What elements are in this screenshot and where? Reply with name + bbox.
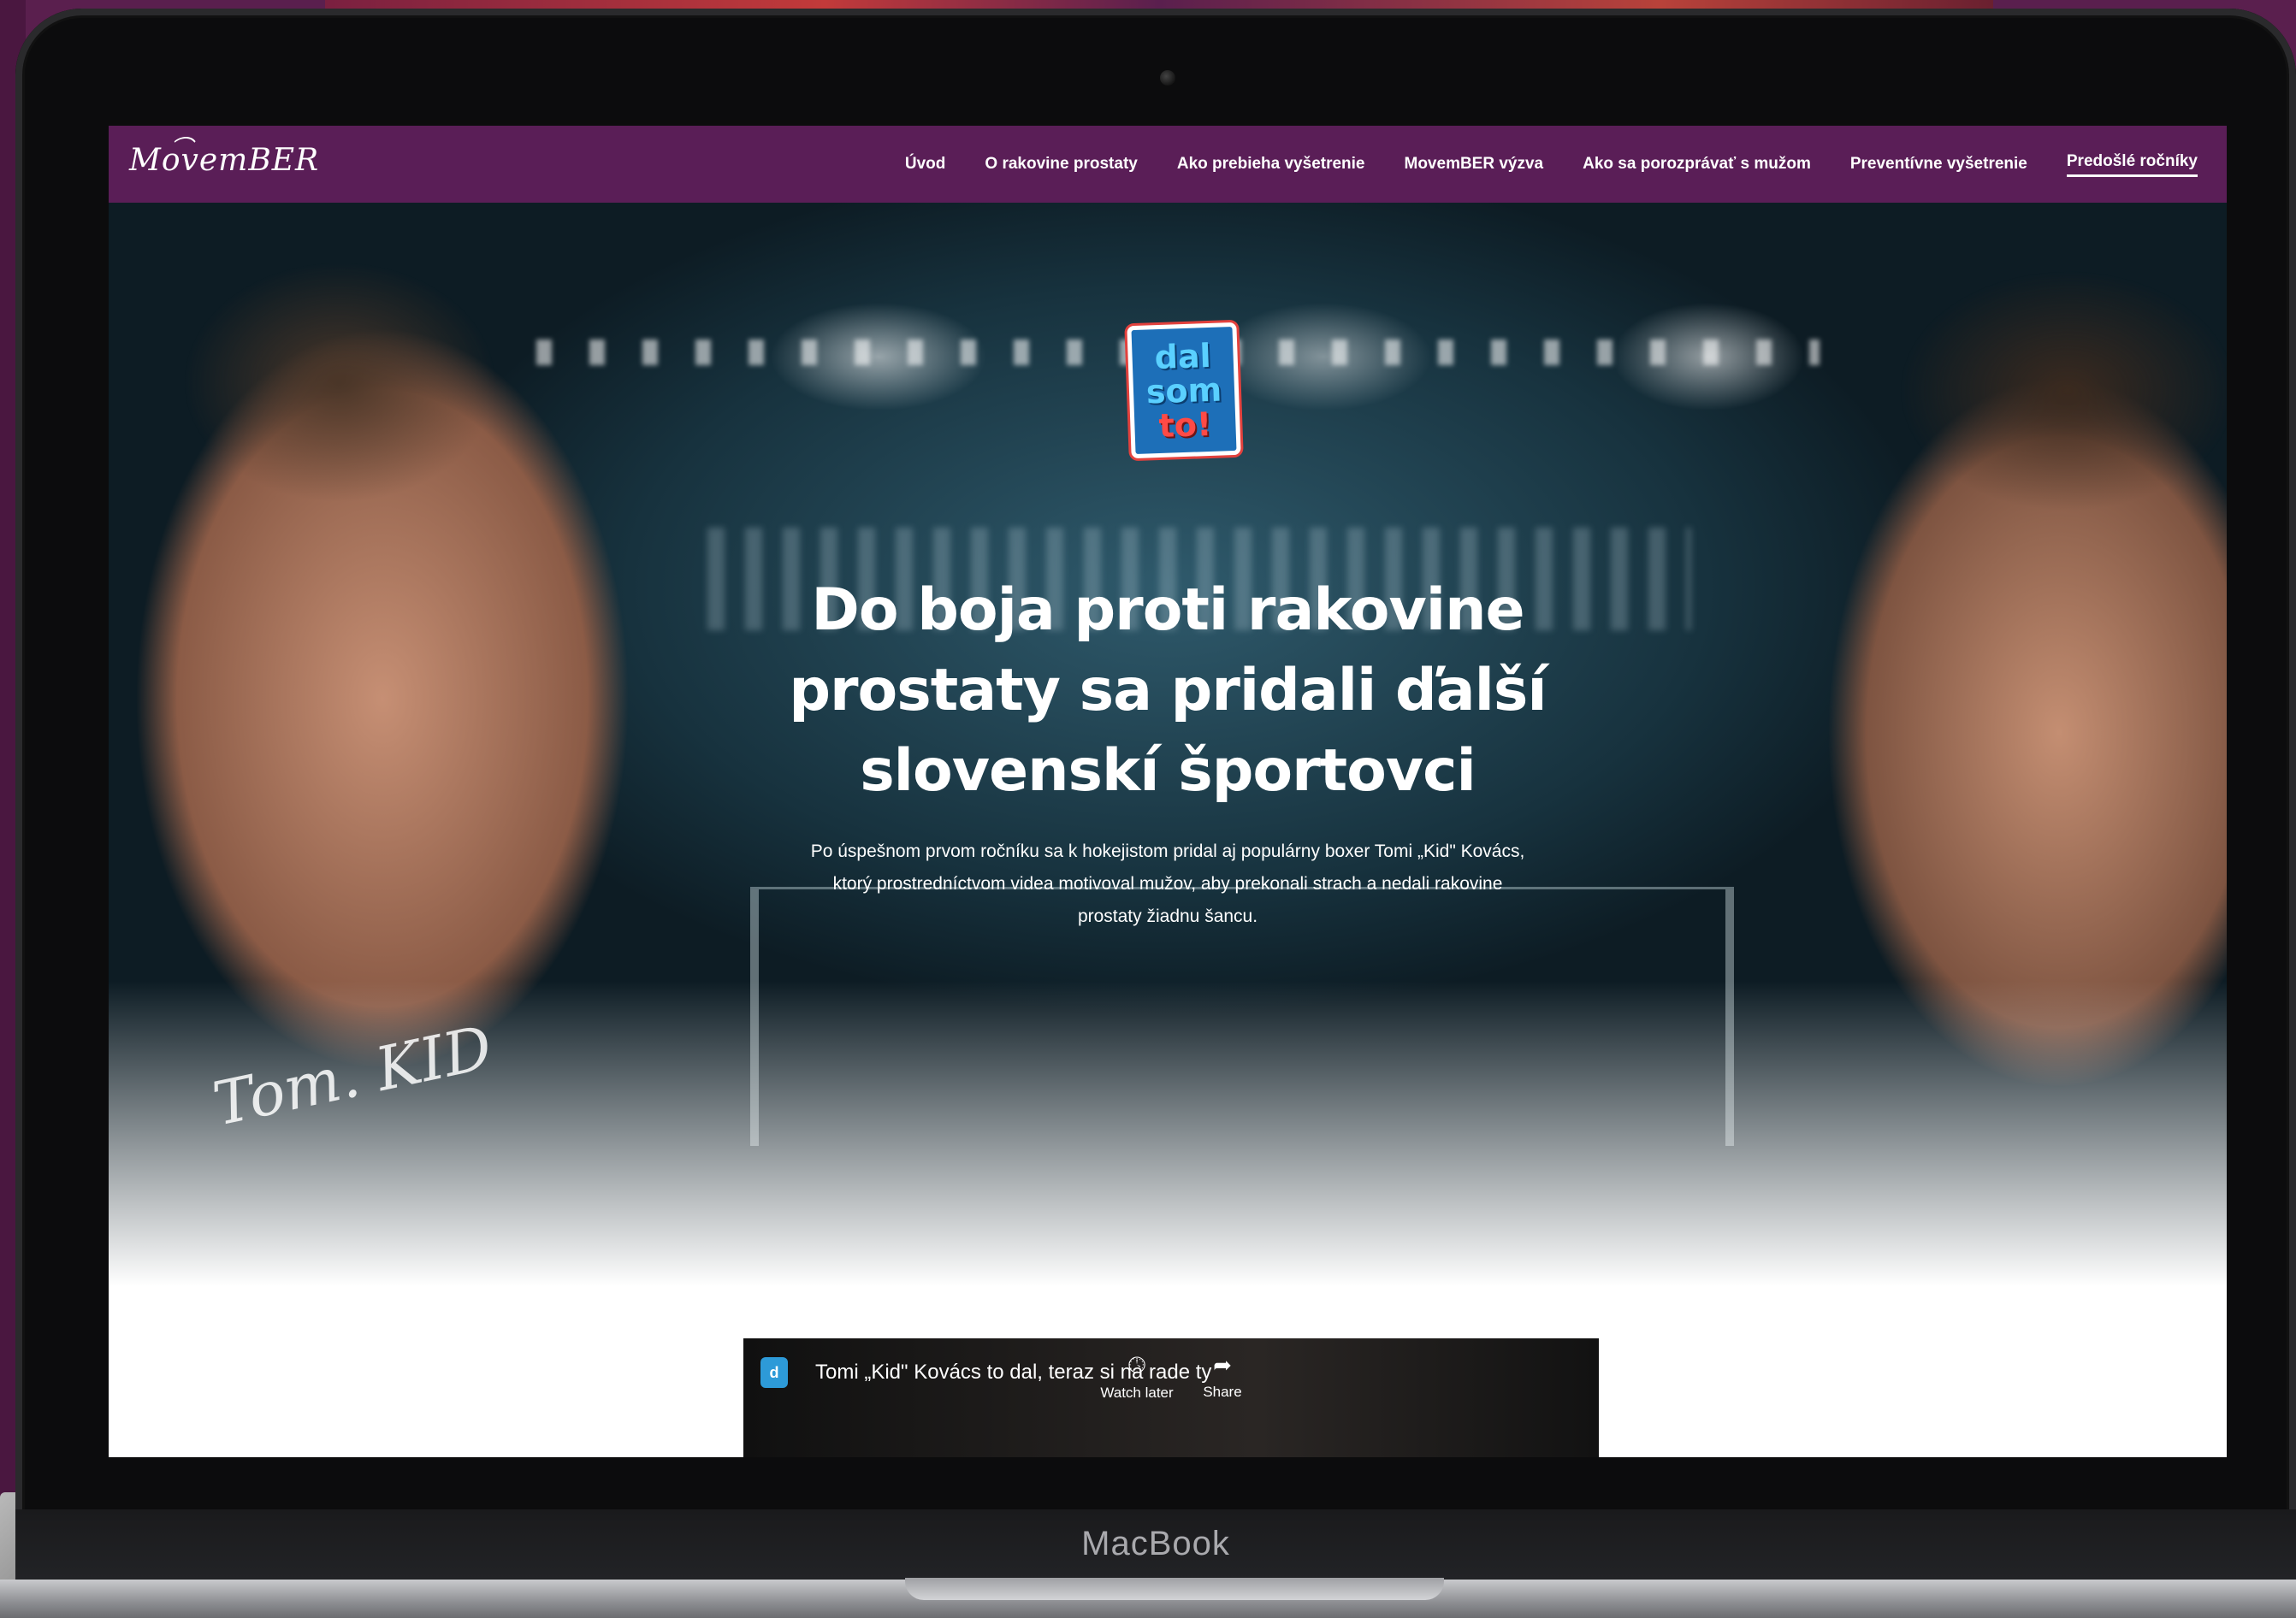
- site-logo-text: MovemBER: [129, 143, 320, 178]
- nav-item-predosle-rocniky[interactable]: Predošlé ročníky: [2066, 152, 2198, 177]
- hero-section: Tom. KID dal som to! Do boja proti rakov…: [109, 203, 2227, 1340]
- nav-item-ako-sa-porozpravat[interactable]: Ako sa porozprávať s mužom: [1583, 155, 1811, 174]
- share-button[interactable]: ➦ Share: [1171, 1352, 1274, 1401]
- watch-later-label: Watch later: [1100, 1385, 1174, 1401]
- camera-icon: [1160, 70, 1175, 86]
- share-label: Share: [1203, 1384, 1242, 1400]
- nav-item-movember-vyzva[interactable]: MovemBER výzva: [1405, 155, 1544, 174]
- nav-item-o-rakovine-prostaty[interactable]: O rakovine prostaty: [985, 155, 1137, 174]
- nav-item-uvod[interactable]: Úvod: [905, 155, 946, 174]
- share-arrow-icon: ➦: [1213, 1352, 1232, 1378]
- browser-viewport: ⌒ MovemBER Úvod O rakovine prostaty Ako …: [109, 126, 2227, 1457]
- laptop-mockup: MacBook ⌒ MovemBER Úvod O rakovine prost…: [0, 9, 2296, 1618]
- site-navbar: ⌒ MovemBER Úvod O rakovine prostaty Ako …: [109, 126, 2227, 203]
- mustache-icon: ⌒: [170, 136, 194, 162]
- nav-item-preventivne-vysetrenie[interactable]: Preventívne vyšetrenie: [1850, 155, 2027, 174]
- hero-subtext: Po úspešnom prvom ročníku sa k hokejisto…: [810, 841, 1525, 926]
- badge-line: som: [1145, 369, 1222, 411]
- site-logo[interactable]: ⌒ MovemBER: [129, 136, 320, 178]
- nav-links: Úvod O rakovine prostaty Ako prebieha vy…: [905, 126, 2198, 203]
- badge-line: to!: [1157, 404, 1212, 445]
- campaign-badge-logo: dal som to!: [1127, 322, 1241, 459]
- channel-avatar-icon[interactable]: d: [760, 1357, 788, 1388]
- hero-fade: [109, 981, 2227, 1340]
- laptop-brand-label: MacBook: [1081, 1525, 1230, 1562]
- embedded-video-player[interactable]: d Tomi „Kid" Kovács to dal, teraz si na …: [743, 1338, 1599, 1457]
- hero-headline: Do boja proti rakovine prostaty sa prida…: [789, 576, 1547, 805]
- laptop-notch: [905, 1578, 1444, 1600]
- badge-line: dal: [1153, 336, 1212, 376]
- nav-item-ako-prebieha-vysetrenie[interactable]: Ako prebieha vyšetrenie: [1177, 155, 1365, 174]
